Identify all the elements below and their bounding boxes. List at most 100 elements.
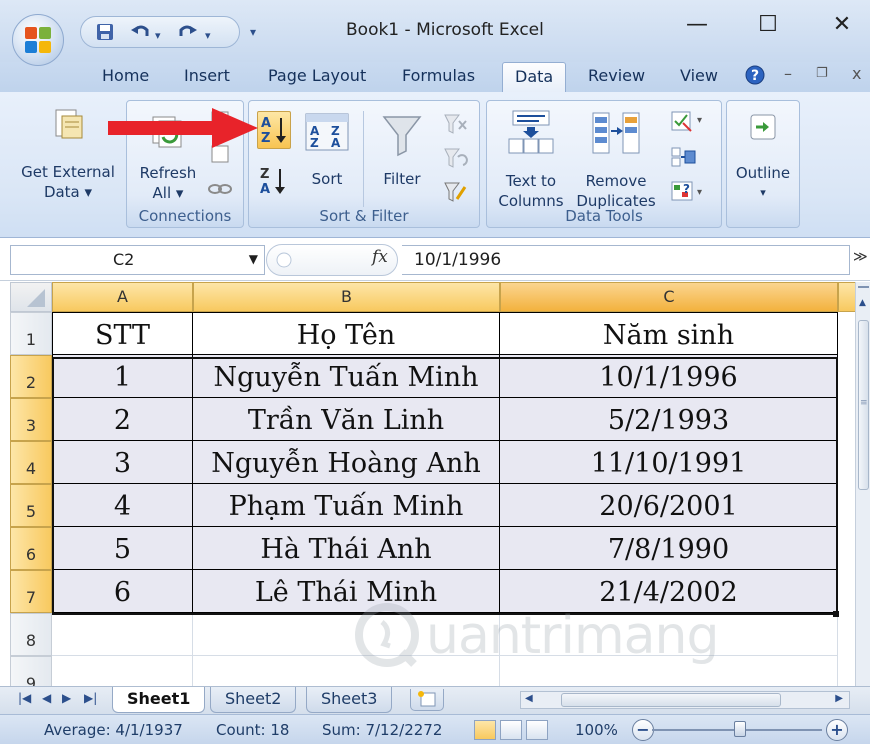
row-header-7[interactable]: 7 xyxy=(10,570,52,613)
tab-review[interactable]: Review xyxy=(588,66,645,85)
last-sheet-icon[interactable]: ▶| xyxy=(84,691,97,705)
column-header-b[interactable]: B xyxy=(193,282,500,312)
cell-stt-row-8[interactable] xyxy=(52,613,193,656)
cell-stt-row-3[interactable]: 2 xyxy=(52,398,193,441)
name-box-dropdown-icon[interactable]: ▼ xyxy=(249,252,258,266)
sort-button[interactable]: A Z Z A Sort xyxy=(297,107,357,203)
cell-stt-row-7[interactable]: 6 xyxy=(52,570,193,613)
worksheet-grid[interactable]: A B C 1 STT Họ Tên Năm sinh 2 1 Nguyễn Tuấn Minh 1… xyxy=(0,282,855,686)
redo-dropdown-icon[interactable]: ▾ xyxy=(205,26,211,46)
cell-nam-sinh-row-1[interactable]: Năm sinh xyxy=(500,312,838,355)
scroll-up-icon[interactable]: ▲ xyxy=(859,298,866,308)
data-validation-icon[interactable]: ▾ xyxy=(669,109,709,135)
sheet-tab-2[interactable]: Sheet2 xyxy=(210,687,297,713)
tab-home[interactable]: Home xyxy=(102,66,149,85)
filter-button[interactable]: Filter xyxy=(369,107,435,203)
sheet-tab-1[interactable]: Sheet1 xyxy=(112,687,206,713)
ribbon-minimize-icon[interactable]: – xyxy=(784,64,792,83)
scroll-right-icon[interactable]: ▶ xyxy=(835,693,843,704)
zoom-out-button[interactable]: − xyxy=(632,719,654,741)
minimize-button[interactable]: — xyxy=(677,12,717,37)
edit-links-icon[interactable] xyxy=(207,181,233,197)
tab-insert[interactable]: Insert xyxy=(184,66,230,85)
column-header-d[interactable] xyxy=(838,282,855,312)
cell-nam-sinh-row-8[interactable] xyxy=(500,613,838,656)
reapply-filter-icon[interactable] xyxy=(441,145,469,171)
cell-ho-ten-row-6[interactable]: Hà Thái Anh xyxy=(193,527,500,570)
undo-dropdown-icon[interactable]: ▾ xyxy=(155,26,161,46)
maximize-button[interactable]: ☐ xyxy=(748,12,788,37)
help-icon[interactable]: ? xyxy=(744,64,766,90)
cell-nam-sinh-row-3[interactable]: 5/2/1993 xyxy=(500,398,838,441)
clear-filter-icon[interactable] xyxy=(441,111,469,137)
row-header-6[interactable]: 6 xyxy=(10,527,52,570)
tab-data[interactable]: Data xyxy=(502,62,567,94)
normal-view-button[interactable] xyxy=(474,720,496,740)
cell-ho-ten-row-8[interactable] xyxy=(193,613,500,656)
workbook-close-icon[interactable]: x xyxy=(852,64,861,83)
tab-view[interactable]: View xyxy=(680,66,718,85)
ribbon-restore-icon[interactable]: ❐ xyxy=(816,66,828,81)
cell-stt-row-9[interactable] xyxy=(52,656,193,686)
advanced-filter-icon[interactable] xyxy=(441,179,469,205)
cell-ho-ten-row-5[interactable]: Phạm Tuấn Minh xyxy=(193,484,500,527)
cell-ho-ten-row-9[interactable] xyxy=(193,656,500,686)
row-header-3[interactable]: 3 xyxy=(10,398,52,441)
outline-button[interactable]: Outline ▾ xyxy=(727,101,799,227)
customize-arrow-icon[interactable]: ▾ xyxy=(250,22,256,42)
row-header-2[interactable]: 2 xyxy=(10,355,52,398)
name-box[interactable]: C2 ▼ xyxy=(10,245,265,275)
refresh-all-button[interactable]: Refresh All ▾ xyxy=(129,101,207,209)
cell-nam-sinh-row-5[interactable]: 20/6/2001 xyxy=(500,484,838,527)
row-header-1[interactable]: 1 xyxy=(10,312,52,355)
cell-nam-sinh-row-9[interactable] xyxy=(500,656,838,686)
properties-icon[interactable] xyxy=(209,143,231,165)
horizontal-scrollbar[interactable]: ◀ ▶ xyxy=(520,691,850,709)
cell-ho-ten-row-4[interactable]: Nguyễn Hoàng Anh xyxy=(193,441,500,484)
cell-nam-sinh-row-6[interactable]: 7/8/1990 xyxy=(500,527,838,570)
row-header-5[interactable]: 5 xyxy=(10,484,52,527)
sheet-tab-3[interactable]: Sheet3 xyxy=(306,687,393,713)
cell-ho-ten-row-1[interactable]: Họ Tên xyxy=(193,312,500,355)
text-to-columns-button[interactable]: Text to Columns xyxy=(493,105,569,210)
page-layout-view-button[interactable] xyxy=(500,720,522,740)
formula-input[interactable]: 10/1/1996 xyxy=(402,245,850,275)
get-external-data-button[interactable]: Get External Data ▾ xyxy=(12,100,124,228)
column-header-c[interactable]: C xyxy=(500,282,838,312)
cell-nam-sinh-row-7[interactable]: 21/4/2002 xyxy=(500,570,838,613)
connections-icon[interactable] xyxy=(209,109,231,131)
row-header-4[interactable]: 4 xyxy=(10,441,52,484)
cell-stt-row-4[interactable]: 3 xyxy=(52,441,193,484)
remove-duplicates-button[interactable]: Remove Duplicates xyxy=(571,105,661,210)
prev-sheet-icon[interactable]: ◀ xyxy=(42,691,51,705)
insert-sheet-button[interactable] xyxy=(410,689,444,711)
zoom-in-button[interactable]: + xyxy=(826,719,848,741)
close-button[interactable]: ✕ xyxy=(822,12,862,37)
cell-stt-row-1[interactable]: STT xyxy=(52,312,193,355)
first-sheet-icon[interactable]: |◀ xyxy=(18,691,31,705)
horizontal-scroll-thumb[interactable] xyxy=(561,693,781,707)
split-box-icon[interactable] xyxy=(858,286,869,292)
tab-page-layout[interactable]: Page Layout xyxy=(268,66,366,85)
cell-stt-row-6[interactable]: 5 xyxy=(52,527,193,570)
page-break-view-button[interactable] xyxy=(526,720,548,740)
sort-a-to-z-button[interactable]: A Z xyxy=(257,111,291,149)
insert-function-button[interactable]: fx xyxy=(372,247,388,267)
redo-icon[interactable] xyxy=(177,22,199,47)
vertical-scroll-thumb[interactable]: ≡ xyxy=(858,320,869,490)
fill-handle[interactable] xyxy=(833,611,839,617)
zoom-level[interactable]: 100% xyxy=(575,721,618,739)
save-icon[interactable] xyxy=(95,22,115,47)
select-all-button[interactable] xyxy=(10,282,52,312)
cell-ho-ten-row-7[interactable]: Lê Thái Minh xyxy=(193,570,500,613)
office-button[interactable] xyxy=(12,14,64,66)
next-sheet-icon[interactable]: ▶ xyxy=(62,691,71,705)
consolidate-icon[interactable] xyxy=(669,145,709,169)
vertical-scrollbar[interactable]: ▲ ≡ xyxy=(855,282,870,686)
undo-icon[interactable] xyxy=(129,22,151,47)
column-header-a[interactable]: A xyxy=(52,282,193,312)
cell-stt-row-5[interactable]: 4 xyxy=(52,484,193,527)
cell-stt-row-2[interactable]: 1 xyxy=(52,355,193,398)
zoom-slider-knob[interactable] xyxy=(734,721,746,737)
zoom-slider[interactable] xyxy=(652,721,822,737)
